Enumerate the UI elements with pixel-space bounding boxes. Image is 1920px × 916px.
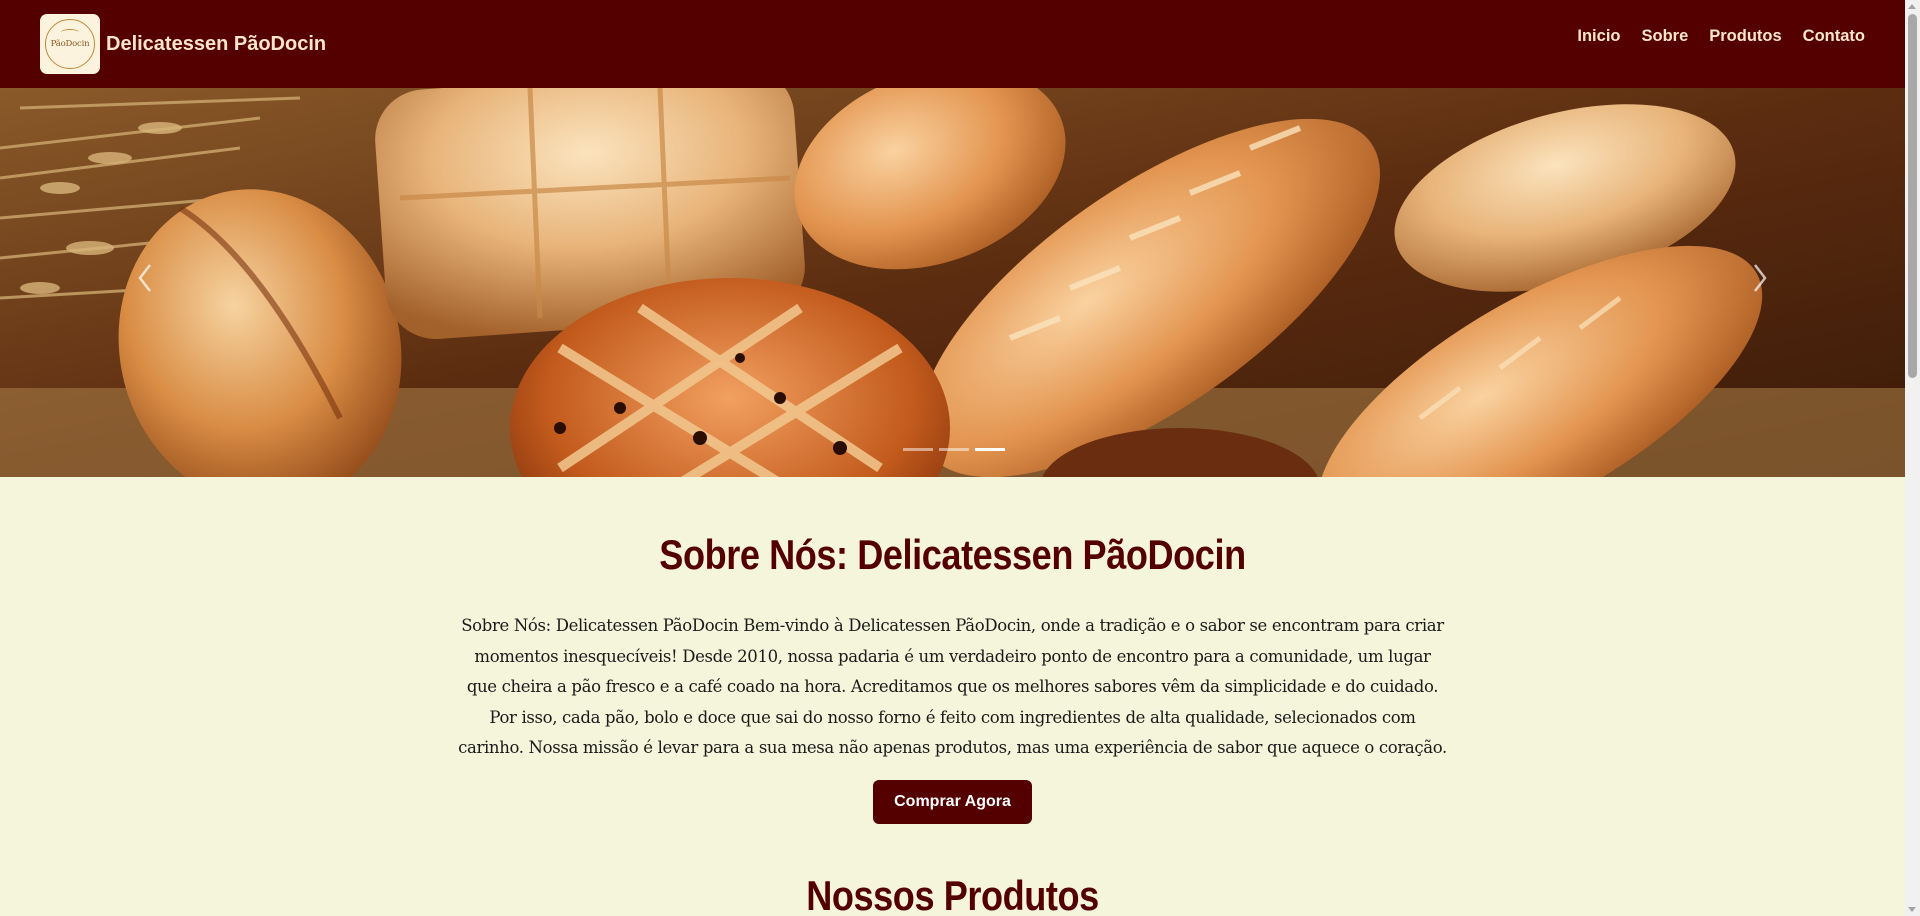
- nav-link-contato[interactable]: Contato: [1803, 27, 1865, 46]
- logo-ring: PãoDocin: [45, 19, 95, 69]
- navbar: PãoDocin Delicatessen PãoDocin Inicio So…: [0, 0, 1905, 88]
- scrollbar-thumb[interactable]: [1908, 14, 1917, 378]
- chevron-right-icon: [1754, 264, 1767, 292]
- logo-text: PãoDocin: [50, 39, 90, 49]
- hero-carousel: [0, 88, 1905, 477]
- carousel-next-button[interactable]: [1745, 253, 1775, 303]
- nav-link-sobre[interactable]: Sobre: [1641, 27, 1688, 46]
- chevron-left-icon: [138, 264, 151, 292]
- page-scrollbar[interactable]: [1905, 0, 1920, 916]
- carousel-indicators: [900, 448, 1008, 451]
- brand-name: Delicatessen PãoDocin: [106, 32, 327, 55]
- about-text: Sobre Nós: Delicatessen PãoDocin Bem-vin…: [458, 616, 1447, 757]
- products-title: Nossos Produtos: [806, 871, 1099, 916]
- hero-bread-image: [0, 88, 1905, 477]
- carousel-indicator[interactable]: [903, 448, 933, 451]
- main-nav: Inicio Sobre Produtos Contato: [1556, 27, 1865, 46]
- logo-bread-icon: [61, 29, 79, 36]
- about-section: Sobre Nós: Delicatessen PãoDocin Sobre N…: [0, 477, 1905, 916]
- logo: PãoDocin: [40, 14, 100, 74]
- carousel-indicator[interactable]: [939, 448, 969, 451]
- nav-link-produtos[interactable]: Produtos: [1709, 27, 1781, 46]
- scroll-down-arrow-icon[interactable]: [1908, 907, 1916, 912]
- scroll-up-arrow-icon[interactable]: [1908, 4, 1916, 9]
- page: PãoDocin Delicatessen PãoDocin Inicio So…: [0, 0, 1905, 916]
- brand-link[interactable]: PãoDocin Delicatessen PãoDocin: [40, 14, 326, 74]
- carousel-prev-button[interactable]: [130, 253, 160, 303]
- buy-now-button[interactable]: Comprar Agora: [873, 779, 1032, 824]
- about-title: Sobre Nós: Delicatessen PãoDocin: [659, 531, 1246, 578]
- carousel-indicator-active[interactable]: [975, 448, 1005, 451]
- nav-link-inicio[interactable]: Inicio: [1577, 27, 1620, 46]
